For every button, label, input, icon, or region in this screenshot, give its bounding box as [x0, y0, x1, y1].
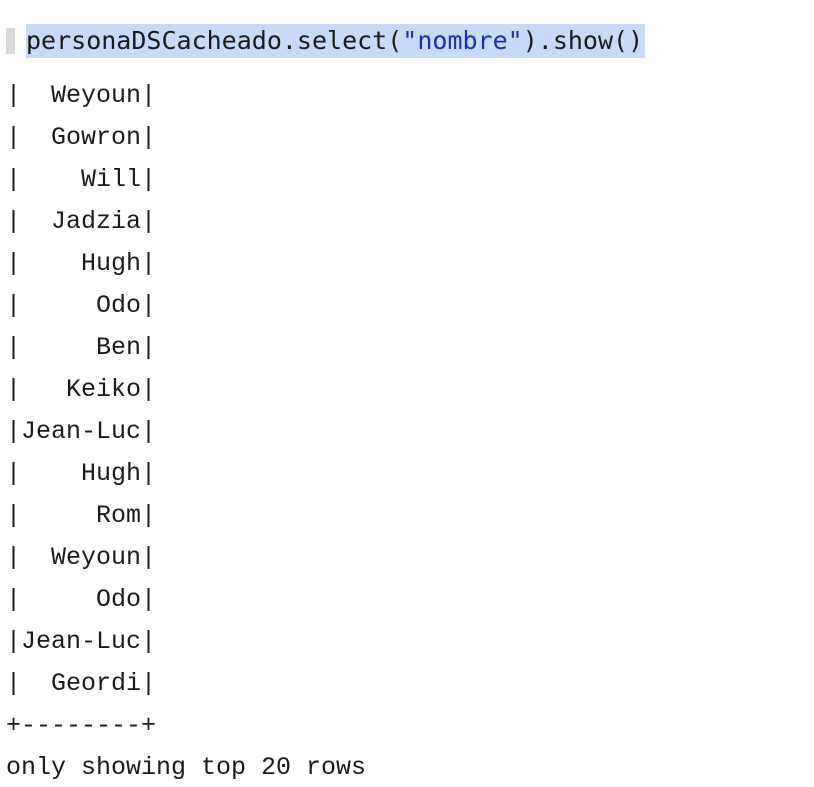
code-cell[interactable]: personaDSCacheado.select("nombre").show(…: [6, 24, 646, 58]
notebook-page: personaDSCacheado.select("nombre").show(…: [0, 0, 814, 787]
output-row: | Jadzia|: [6, 207, 157, 236]
code-line-selected[interactable]: personaDSCacheado.select("nombre").show(…: [26, 24, 646, 58]
output-row: | Odo|: [6, 291, 157, 320]
output-row: | Geordi|: [6, 669, 157, 698]
code-string-literal: "nombre": [402, 26, 523, 55]
output-row: | Rom|: [6, 501, 157, 530]
output-row: | Weyoun|: [6, 81, 157, 110]
output-row: | Keiko|: [6, 375, 157, 404]
code-suffix: ).show(): [522, 26, 644, 55]
cell-output: | Weyoun| | Gowron| | Will| | Jadzia| | Hugh…: [6, 75, 366, 787]
output-footer: only showing top 20 rows: [6, 753, 367, 782]
code-prefix: personaDSCacheado.select(: [26, 26, 403, 55]
output-row: | Weyoun|: [6, 543, 157, 572]
output-row: | Odo|: [6, 585, 157, 614]
table-border: +--------+: [6, 711, 157, 740]
output-row: |Jean-Luc|: [6, 627, 157, 656]
output-row: | Will|: [6, 165, 157, 194]
output-row: | Gowron|: [6, 123, 157, 152]
output-row: |Jean-Luc|: [6, 417, 157, 446]
output-row: | Hugh|: [6, 249, 157, 278]
output-row: | Ben|: [6, 333, 157, 362]
cell-gutter-bar: [6, 28, 15, 54]
output-row: | Hugh|: [6, 459, 157, 488]
